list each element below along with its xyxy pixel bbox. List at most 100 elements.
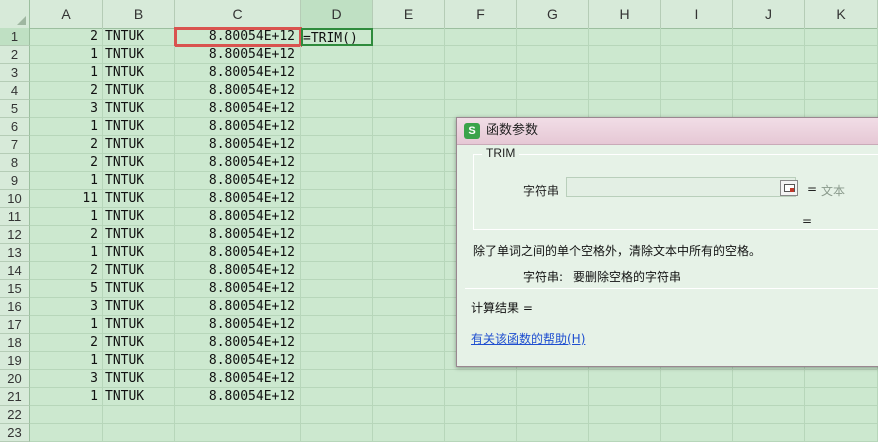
cell-c[interactable]: 8.80054E+12 xyxy=(175,352,301,370)
cell-c[interactable] xyxy=(175,406,301,424)
cell-j[interactable] xyxy=(733,370,805,388)
cell-b[interactable]: TNTUK xyxy=(103,154,175,172)
argument-input[interactable] xyxy=(566,177,796,197)
cell-f[interactable] xyxy=(445,370,517,388)
column-header-e[interactable]: E xyxy=(373,0,445,28)
cell-c[interactable]: 8.80054E+12 xyxy=(175,190,301,208)
cell-d[interactable] xyxy=(301,424,373,442)
cell-e[interactable] xyxy=(373,208,445,226)
cell-i[interactable] xyxy=(661,424,733,442)
cell-d[interactable] xyxy=(301,154,373,172)
cell-b[interactable]: TNTUK xyxy=(103,316,175,334)
column-header-i[interactable]: I xyxy=(661,0,733,28)
cell-a[interactable]: 2 xyxy=(30,82,103,100)
cell-f[interactable] xyxy=(445,406,517,424)
cell-c[interactable]: 8.80054E+12 xyxy=(175,208,301,226)
cell-a[interactable]: 1 xyxy=(30,118,103,136)
cell-d[interactable] xyxy=(301,406,373,424)
cell-a[interactable]: 1 xyxy=(30,388,103,406)
cell-d[interactable] xyxy=(301,244,373,262)
row-header[interactable]: 17 xyxy=(0,316,30,334)
row-header[interactable]: 19 xyxy=(0,352,30,370)
cell-e[interactable] xyxy=(373,352,445,370)
column-header-h[interactable]: H xyxy=(589,0,661,28)
cell-e[interactable] xyxy=(373,262,445,280)
cell-b[interactable]: TNTUK xyxy=(103,64,175,82)
cell-e[interactable] xyxy=(373,136,445,154)
cell-a[interactable]: 2 xyxy=(30,28,103,46)
cell-i[interactable] xyxy=(661,406,733,424)
cell-c[interactable]: 8.80054E+12 xyxy=(175,280,301,298)
row-header[interactable]: 5 xyxy=(0,100,30,118)
cell-a[interactable]: 5 xyxy=(30,280,103,298)
cell-k[interactable] xyxy=(805,46,878,64)
cell-e[interactable] xyxy=(373,190,445,208)
cell-a[interactable] xyxy=(30,424,103,442)
cell-i[interactable] xyxy=(661,370,733,388)
cell-c[interactable]: 8.80054E+12 xyxy=(175,136,301,154)
row-header[interactable]: 9 xyxy=(0,172,30,190)
cell-c[interactable]: 8.80054E+12 xyxy=(175,244,301,262)
cell-b[interactable]: TNTUK xyxy=(103,100,175,118)
cell-d[interactable] xyxy=(301,280,373,298)
active-formula-cell[interactable]: =TRIM() xyxy=(301,28,373,46)
cell-e[interactable] xyxy=(373,28,445,46)
cell-f[interactable] xyxy=(445,424,517,442)
cell-d[interactable] xyxy=(301,334,373,352)
cell-j[interactable] xyxy=(733,406,805,424)
cell-g[interactable] xyxy=(517,406,589,424)
cell-d[interactable] xyxy=(301,208,373,226)
column-header-k[interactable]: K xyxy=(805,0,878,28)
cell-e[interactable] xyxy=(373,424,445,442)
cell-b[interactable]: TNTUK xyxy=(103,298,175,316)
row-header[interactable]: 22 xyxy=(0,406,30,424)
cell-b[interactable]: TNTUK xyxy=(103,82,175,100)
cell-i[interactable] xyxy=(661,388,733,406)
cell-f[interactable] xyxy=(445,82,517,100)
cell-i[interactable] xyxy=(661,64,733,82)
cell-d[interactable] xyxy=(301,64,373,82)
cell-a[interactable]: 1 xyxy=(30,46,103,64)
cell-f[interactable] xyxy=(445,64,517,82)
row-header[interactable]: 12 xyxy=(0,226,30,244)
cell-d[interactable] xyxy=(301,190,373,208)
cell-b[interactable]: TNTUK xyxy=(103,28,175,46)
row-header[interactable]: 14 xyxy=(0,262,30,280)
cell-j[interactable] xyxy=(733,424,805,442)
cell-h[interactable] xyxy=(589,370,661,388)
cell-d[interactable] xyxy=(301,136,373,154)
cell-d[interactable] xyxy=(301,262,373,280)
cell-h[interactable] xyxy=(589,406,661,424)
cell-f[interactable] xyxy=(445,388,517,406)
cell-a[interactable]: 11 xyxy=(30,190,103,208)
cell-a[interactable]: 2 xyxy=(30,136,103,154)
cell-e[interactable] xyxy=(373,316,445,334)
cell-d[interactable] xyxy=(301,226,373,244)
column-header-g[interactable]: G xyxy=(517,0,589,28)
cell-f[interactable] xyxy=(445,100,517,118)
cell-c[interactable]: 8.80054E+12 xyxy=(175,82,301,100)
row-header[interactable]: 18 xyxy=(0,334,30,352)
cell-h[interactable] xyxy=(589,388,661,406)
cell-b[interactable]: TNTUK xyxy=(103,190,175,208)
row-header[interactable]: 15 xyxy=(0,280,30,298)
row-header[interactable]: 21 xyxy=(0,388,30,406)
cell-b[interactable] xyxy=(103,406,175,424)
cell-d[interactable] xyxy=(301,352,373,370)
cell-a[interactable]: 1 xyxy=(30,244,103,262)
row-header[interactable]: 10 xyxy=(0,190,30,208)
column-header-f[interactable]: F xyxy=(445,0,517,28)
cell-j[interactable] xyxy=(733,82,805,100)
cell-k[interactable] xyxy=(805,100,878,118)
cell-h[interactable] xyxy=(589,82,661,100)
cell-f[interactable] xyxy=(445,46,517,64)
cell-e[interactable] xyxy=(373,46,445,64)
cell-e[interactable] xyxy=(373,298,445,316)
cell-k[interactable] xyxy=(805,64,878,82)
cell-c[interactable] xyxy=(175,424,301,442)
cell-a[interactable]: 3 xyxy=(30,100,103,118)
row-header[interactable]: 23 xyxy=(0,424,30,442)
cell-i[interactable] xyxy=(661,28,733,46)
cell-e[interactable] xyxy=(373,370,445,388)
select-all-corner[interactable] xyxy=(0,0,30,28)
